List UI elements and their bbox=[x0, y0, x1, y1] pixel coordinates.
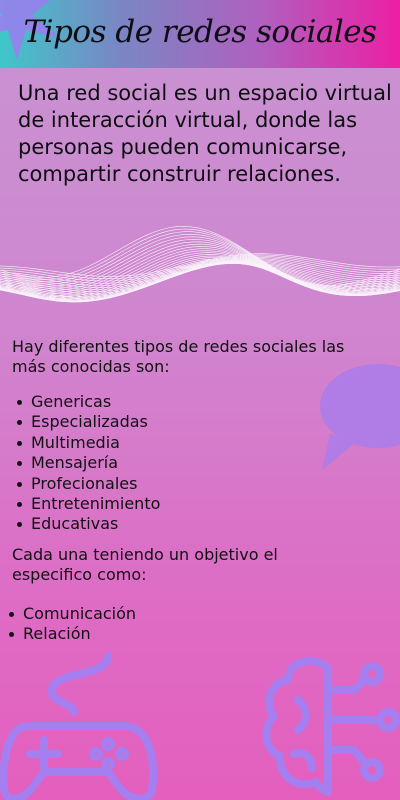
wave-lines bbox=[0, 226, 400, 303]
intro-text: Una red social es un espacio virtual de … bbox=[18, 81, 392, 186]
list-item: Especializadas bbox=[16, 412, 160, 432]
wave-line bbox=[0, 256, 400, 284]
types-intro: Hay diferentes tipos de redes sociales l… bbox=[12, 337, 345, 376]
list-item: Profecionales bbox=[16, 474, 160, 494]
page-title: Tipos de redes sociales bbox=[23, 14, 377, 50]
list-item: Relación bbox=[8, 624, 136, 644]
types-list: Genericas Especializadas Multimedia Mens… bbox=[16, 392, 161, 535]
wave-line bbox=[0, 226, 400, 286]
brain-circuit-icon bbox=[262, 656, 400, 796]
goals-list: Comunicación Relación bbox=[8, 604, 137, 645]
list-item: Genericas bbox=[16, 392, 160, 412]
list-item: Entretenimiento bbox=[16, 494, 161, 514]
list-item: Multimedia bbox=[16, 433, 160, 453]
list-item: Educativas bbox=[16, 514, 160, 534]
gamepad-icon bbox=[0, 652, 158, 800]
objective-text: Cada una teniendo un objetivo el especif… bbox=[12, 545, 278, 584]
list-item: Comunicación bbox=[8, 604, 137, 623]
header-banner: Tipos de redes sociales bbox=[0, 0, 400, 68]
list-item: Mensajería bbox=[16, 453, 160, 473]
